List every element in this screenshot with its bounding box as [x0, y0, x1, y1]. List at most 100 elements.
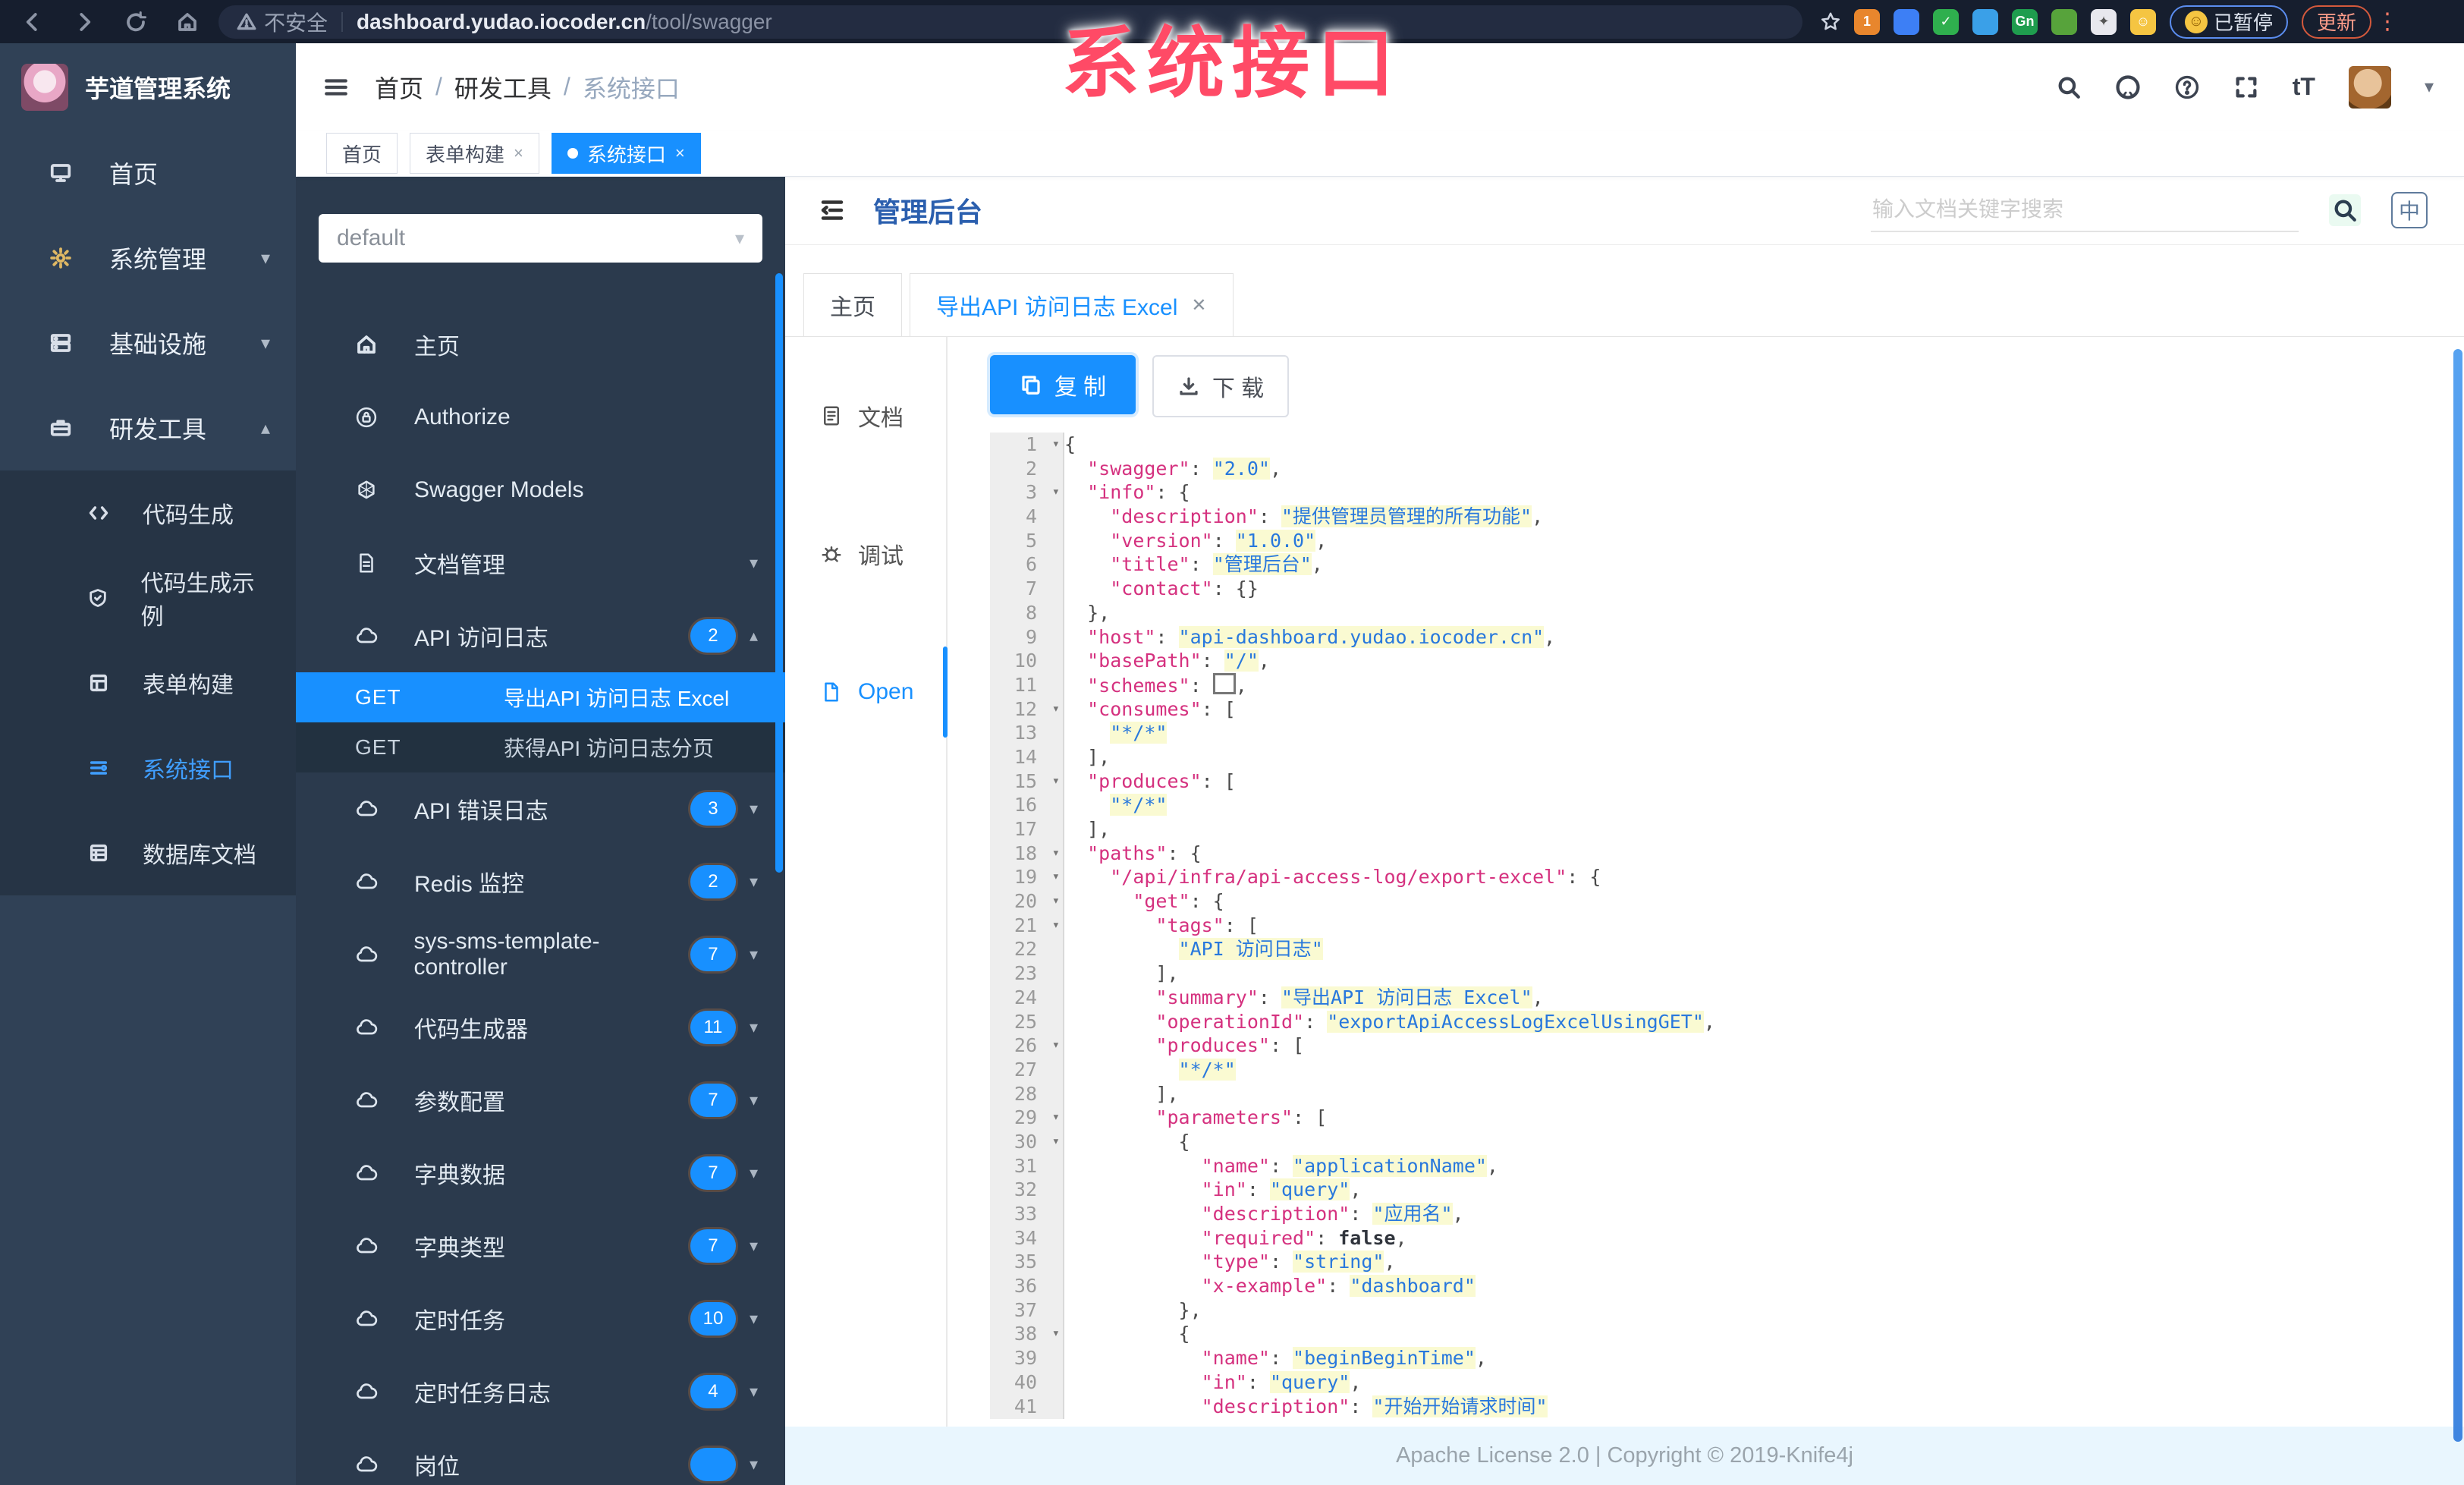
breadcrumb: 首页 / 研发工具 / 系统接口 — [375, 70, 680, 105]
fold-icon[interactable]: ▾ — [1052, 1130, 1060, 1154]
breadcrumb-item[interactable]: 系统接口 — [583, 70, 680, 105]
doc-tab-导出API 访问日志 Excel[interactable]: 导出API 访问日志 Excel ✕ — [910, 273, 1234, 336]
search-icon[interactable] — [2056, 74, 2082, 100]
code-line: "in": "query", — [1201, 1178, 1362, 1201]
update-badge[interactable]: 更新 — [2302, 5, 2372, 39]
dashboard-icon — [44, 162, 77, 184]
breadcrumb-item[interactable]: 研发工具 — [454, 70, 552, 105]
help-icon[interactable] — [2174, 74, 2200, 100]
gn-extension-icon[interactable]: Gn — [2012, 8, 2038, 35]
language-toggle[interactable]: 中 — [2391, 192, 2428, 228]
fold-icon[interactable]: ▾ — [1052, 842, 1060, 866]
gutter-line: 17 — [1014, 818, 1037, 840]
sidebar-menu: 首页 系统管理 ▾ 基础设施 ▾ 研发工具 ▴ 代码生成 代码生成示例 表单构建 系统接口 数据库文档 — [0, 131, 296, 895]
home-icon[interactable] — [174, 9, 200, 35]
breadcrumb-item[interactable]: 首页 — [375, 70, 423, 105]
fold-icon[interactable]: ▾ — [1052, 914, 1060, 938]
fold-icon[interactable]: ▾ — [1052, 1106, 1060, 1130]
swagger-nav-item-文档管理[interactable]: 文档管理 ▾ — [296, 527, 785, 599]
operation-导出API 访问日志 Excel[interactable]: GET 导出API 访问日志 Excel — [296, 672, 785, 722]
operation-获得API 访问日志分页[interactable]: GET 获得API 访问日志分页 — [296, 722, 785, 772]
fold-icon[interactable]: ▾ — [1052, 433, 1060, 457]
chevron-down-icon[interactable]: ▾ — [2425, 76, 2434, 98]
forward-icon[interactable] — [71, 9, 97, 35]
puzzle-extension-icon[interactable] — [1972, 8, 1998, 35]
fullscreen-icon[interactable] — [2233, 74, 2259, 100]
swagger-nav-item-API 访问日志[interactable]: API 访问日志 2 ▴ — [296, 599, 785, 672]
fold-icon[interactable]: ▾ — [1052, 1322, 1060, 1346]
swagger-nav-item-定时任务日志[interactable]: 定时任务日志 4 ▾ — [296, 1355, 785, 1428]
sidebar-item-代码生成[interactable]: 代码生成 — [0, 470, 296, 555]
editor-panel: 复 制 下 载 1 ▾ 2 3 ▾ 4 5 6 7 8 9 10 11 12 ▾ 13 14 15 ▾ 16 17 18 ▾… — [948, 337, 2464, 1427]
sidebar-item-首页[interactable]: 首页 — [0, 131, 296, 216]
swagger-nav-scrollbar[interactable] — [775, 273, 783, 873]
fold-icon[interactable]: ▾ — [1052, 865, 1060, 889]
github-icon[interactable] — [2115, 74, 2141, 100]
swagger-nav-item-参数配置[interactable]: 参数配置 7 ▾ — [296, 1064, 785, 1137]
chevron-down-icon: ▾ — [260, 332, 270, 354]
doc-tab-label: 主页 — [830, 295, 875, 320]
sidebar-item-系统接口[interactable]: 系统接口 — [0, 725, 296, 810]
gutter-line: 4 — [1025, 505, 1037, 528]
fold-icon[interactable]: ▾ — [1052, 769, 1060, 794]
check-extension-icon[interactable]: ✓ — [1933, 8, 1959, 35]
app-logo[interactable]: 芋道管理系统 — [0, 43, 296, 131]
browser-menu-icon[interactable]: ⋮ — [2376, 8, 2399, 35]
swagger-nav-item-Redis 监控[interactable]: Redis 监控 2 ▾ — [296, 845, 785, 918]
fold-icon[interactable]: ▾ — [1052, 697, 1060, 722]
doc-search-input[interactable]: 输入文档关键字搜索 — [1871, 188, 2299, 232]
fold-icon[interactable]: ▾ — [1052, 889, 1060, 914]
sidebar-item-系统管理[interactable]: 系统管理 ▾ — [0, 216, 296, 300]
group-select[interactable]: default ▾ — [319, 214, 762, 263]
paused-badge[interactable]: ☺ 已暂停 — [2170, 5, 2289, 39]
swagger-nav-item-代码生成器[interactable]: 代码生成器 11 ▾ — [296, 991, 785, 1064]
fold-icon[interactable]: ▾ — [1052, 480, 1060, 505]
swagger-nav-item-Swagger Models[interactable]: Swagger Models — [296, 454, 785, 527]
side-tab-文档[interactable]: 文档 — [785, 392, 946, 440]
bookmark-star-icon[interactable] — [1819, 11, 1842, 33]
gutter-line: 24 — [1014, 986, 1037, 1008]
sidebar-item-数据库文档[interactable]: 数据库文档 — [0, 810, 296, 895]
doc-search-icon[interactable] — [2329, 194, 2361, 226]
view-tag-首页[interactable]: 首页 — [326, 133, 398, 174]
swagger-nav-item-岗位[interactable]: 岗位 ▾ — [296, 1428, 785, 1485]
side-tab-Open[interactable]: Open — [785, 668, 946, 716]
reload-icon[interactable] — [123, 9, 149, 35]
hamburger-icon[interactable] — [323, 74, 349, 100]
sidebar-item-基础设施[interactable]: 基础设施 ▾ — [0, 300, 296, 385]
swagger-nav-item-定时任务[interactable]: 定时任务 10 ▾ — [296, 1282, 785, 1355]
code-editor[interactable]: 1 ▾ 2 3 ▾ 4 5 6 7 8 9 10 11 12 ▾ 13 14 15 ▾ 16 17 18 ▾ 19 ▾ 20 ▾ 21… — [990, 433, 2464, 1419]
doc-tab-主页[interactable]: 主页 — [803, 273, 902, 336]
fold-icon[interactable]: ▾ — [1052, 1034, 1060, 1058]
emoji-extension-icon[interactable]: ☺ — [2130, 8, 2156, 35]
swagger-nav-item-Authorize[interactable]: Authorize — [296, 381, 785, 454]
swagger-nav-item-API 错误日志[interactable]: API 错误日志 3 ▾ — [296, 772, 785, 845]
gutter-line: 7 — [1025, 577, 1037, 600]
url-bar[interactable]: 不安全 dashboard.yudao.iocoder.cn/tool/swag… — [218, 5, 1802, 39]
leaf-extension-icon[interactable] — [2051, 8, 2077, 35]
swagger-nav-item-字典数据[interactable]: 字典数据 7 ▾ — [296, 1137, 785, 1210]
copy-button[interactable]: 复 制 — [990, 355, 1136, 414]
collapse-menu-icon[interactable] — [819, 197, 846, 224]
close-icon[interactable]: ✕ — [1191, 294, 1206, 316]
cloud-icon — [349, 1452, 384, 1477]
drop-extension-icon[interactable] — [1894, 8, 1919, 35]
page-scrollbar[interactable] — [2453, 349, 2462, 1442]
sidebar-item-代码生成示例[interactable]: 代码生成示例 — [0, 555, 296, 640]
download-button[interactable]: 下 载 — [1152, 355, 1289, 417]
font-size-icon[interactable]: tT — [2293, 73, 2315, 101]
lock-extension-icon[interactable]: 1 — [1854, 8, 1880, 35]
view-tag-表单构建[interactable]: 表单构建 × — [410, 133, 539, 174]
swagger-nav-item-主页[interactable]: 主页 — [296, 308, 785, 381]
view-tag-系统接口[interactable]: 系统接口 × — [551, 133, 701, 174]
close-icon[interactable]: × — [675, 143, 685, 163]
side-tab-调试[interactable]: 调试 — [785, 530, 946, 578]
swagger-nav-item-字典类型[interactable]: 字典类型 7 ▾ — [296, 1210, 785, 1282]
sidebar-item-研发工具[interactable]: 研发工具 ▴ — [0, 385, 296, 470]
back-icon[interactable] — [20, 9, 46, 35]
star-extension-icon[interactable]: ✦ — [2091, 8, 2117, 35]
sidebar-item-表单构建[interactable]: 表单构建 — [0, 640, 296, 725]
user-avatar[interactable] — [2348, 65, 2391, 109]
close-icon[interactable]: × — [514, 143, 523, 163]
swagger-nav-item-sys-sms-template-controller[interactable]: sys-sms-template-controller 7 ▾ — [296, 918, 785, 991]
